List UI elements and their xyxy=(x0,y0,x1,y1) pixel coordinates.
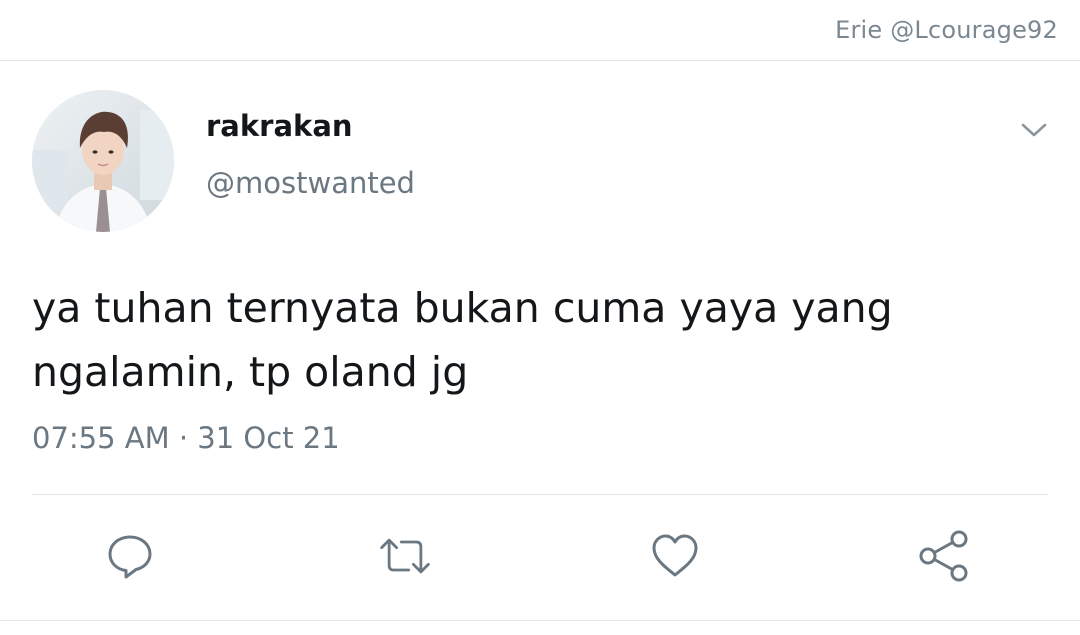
context-label: Erie @Lcourage92 xyxy=(835,16,1058,44)
tweet-timestamp: 07:55 AM · 31 Oct 21 xyxy=(32,421,340,455)
chevron-down-icon[interactable] xyxy=(1018,114,1050,146)
display-name[interactable]: rakrakan xyxy=(206,109,353,143)
bottom-divider xyxy=(0,620,1080,621)
avatar-image xyxy=(32,90,174,232)
retweet-icon xyxy=(380,538,430,574)
divider xyxy=(32,494,1048,495)
action-bar xyxy=(0,528,1080,588)
tweet-screen: Erie @Lcourage92 rakrakan @mostwanted ya… xyxy=(0,0,1080,635)
share-button[interactable] xyxy=(916,528,972,584)
top-bar: Erie @Lcourage92 xyxy=(0,0,1080,61)
retweet-button[interactable] xyxy=(377,528,433,584)
like-icon xyxy=(652,534,698,577)
like-button[interactable] xyxy=(647,528,703,584)
user-handle[interactable]: @mostwanted xyxy=(206,166,415,200)
avatar[interactable] xyxy=(32,90,174,232)
reply-icon xyxy=(108,535,152,579)
share-icon xyxy=(919,530,968,582)
tweet-text: ya tuhan ternyata bukan cuma yaya yang n… xyxy=(32,284,893,396)
reply-button[interactable] xyxy=(102,528,158,584)
